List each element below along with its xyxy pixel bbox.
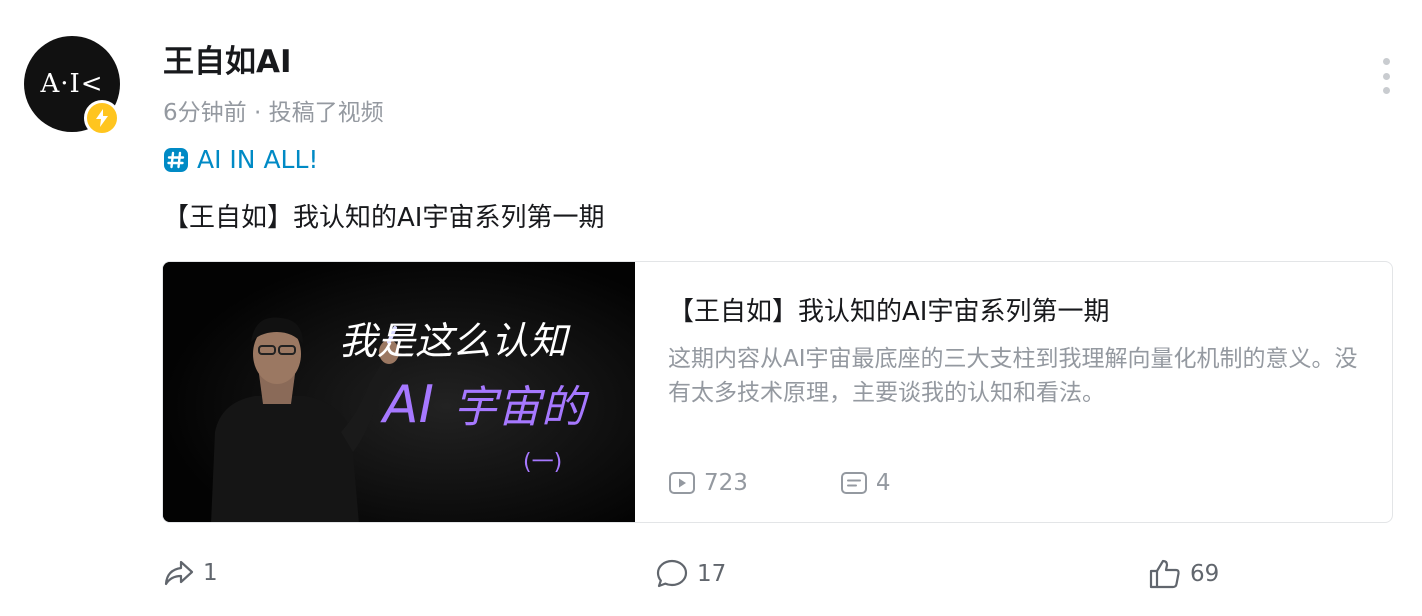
danmaku-icon [840, 472, 867, 494]
post-meta: 6分钟前 · 投稿了视频 [163, 100, 384, 126]
video-description: 这期内容从AI宇宙最底座的三大支柱到我理解向量化机制的意义。没有太多技术原理，主… [668, 346, 1358, 406]
forward-button[interactable]: 1 [163, 558, 218, 588]
dynamic-post: A·I< 王自如AI 6分钟前 · 投稿了视频 AI IN ALL! 【王自如】… [0, 0, 1422, 616]
lightning-icon [84, 100, 120, 136]
thumbs-up-icon [1149, 559, 1180, 589]
forward-count: 1 [203, 560, 218, 586]
video-title[interactable]: 【王自如】我认知的AI宇宙系列第一期 [668, 291, 1109, 328]
cover-line1: 我是这么认知 [339, 319, 571, 363]
cover-line3: (一) [523, 450, 562, 475]
video-stats: 723 4 [668, 470, 891, 496]
play-icon [669, 472, 695, 494]
danmaku-count: 4 [875, 470, 891, 496]
video-card[interactable]: 我是这么认知 AI 宇宙的 (一) 【王自如】我认知的AI宇宙系列第一期 这期内… [162, 261, 1393, 523]
more-options-icon[interactable] [1376, 58, 1396, 94]
cover-line2-highlight: AI [380, 375, 434, 435]
like-button[interactable]: 69 [1148, 558, 1219, 590]
play-count-stat: 723 [668, 470, 748, 496]
play-count: 723 [704, 470, 748, 496]
cover-line2-rest: 宇宙的 [453, 382, 590, 433]
avatar-text: A·I< [40, 69, 104, 99]
video-cover[interactable]: 我是这么认知 AI 宇宙的 (一) [163, 262, 635, 522]
topic-tag[interactable]: AI IN ALL! [163, 145, 318, 174]
like-count: 69 [1190, 561, 1220, 587]
comment-icon [656, 559, 688, 588]
comment-count: 17 [697, 561, 727, 587]
hashtag-icon [164, 147, 188, 172]
post-text: 【王自如】我认知的AI宇宙系列第一期 [163, 203, 605, 233]
author-name[interactable]: 王自如AI [163, 36, 292, 81]
danmaku-count-stat: 4 [840, 470, 891, 496]
forward-icon [164, 560, 194, 586]
comment-button[interactable]: 17 [655, 558, 726, 590]
topic-label: AI IN ALL! [197, 145, 319, 174]
